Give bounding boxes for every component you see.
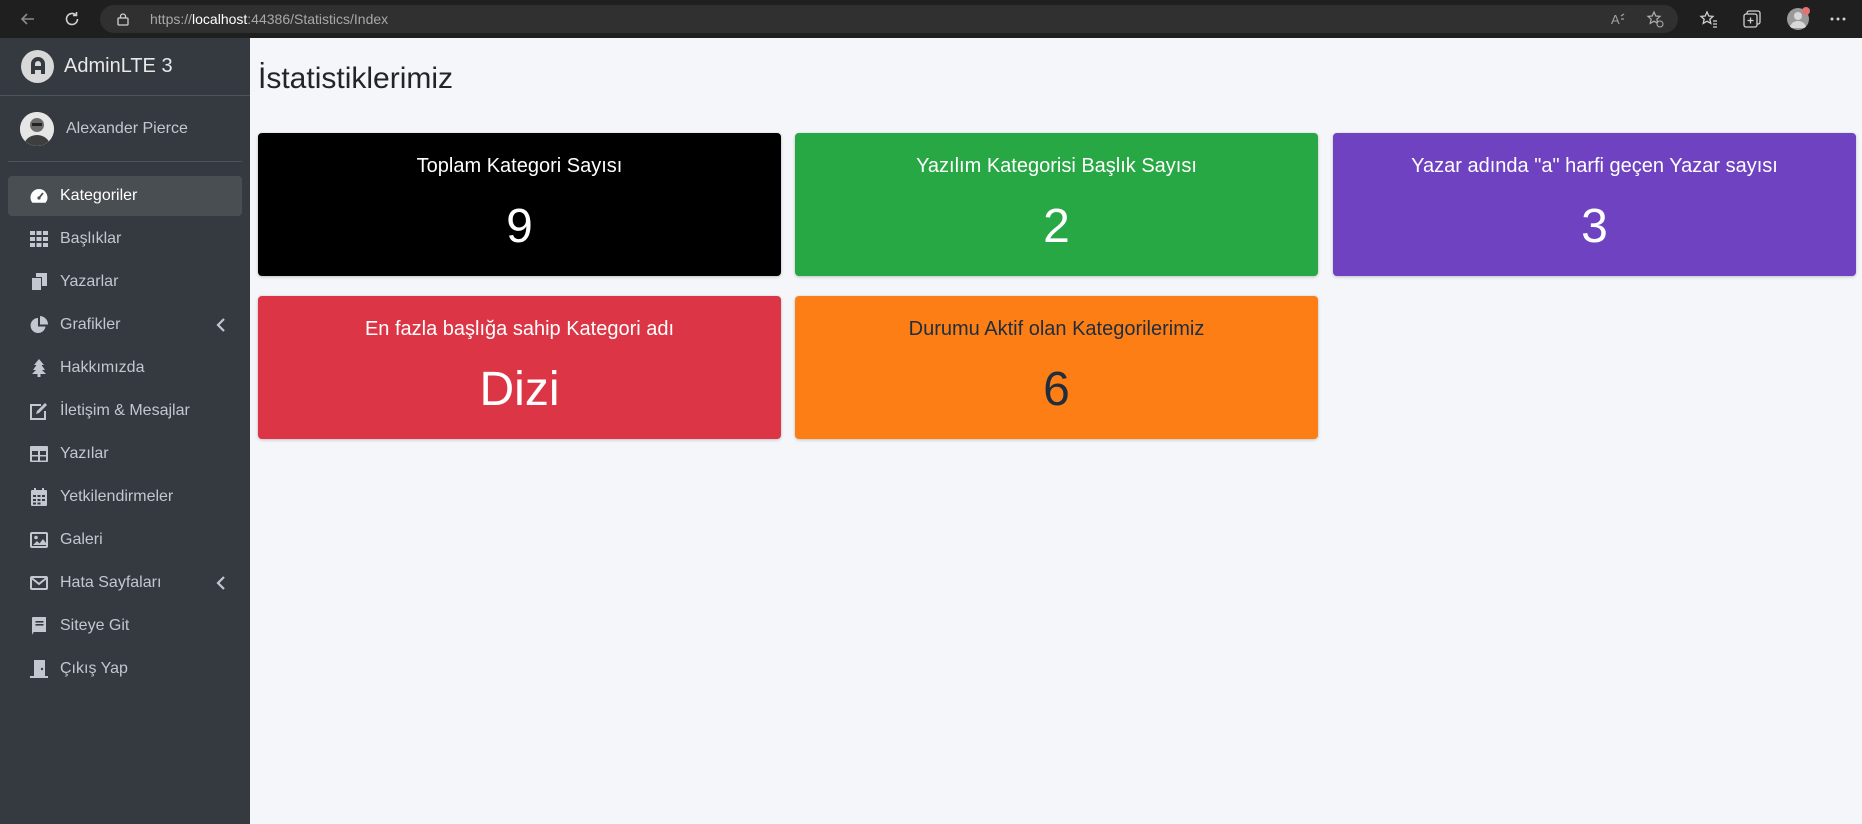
stat-card-total-categories: Toplam Kategori Sayısı 9 [258, 133, 781, 276]
stat-card-label: Yazılım Kategorisi Başlık Sayısı [916, 155, 1197, 177]
tree-icon [28, 358, 50, 378]
sidebar-item-label: Siteye Git [60, 617, 130, 634]
sidebar-item-grafikler[interactable]: Grafikler [8, 305, 242, 345]
sidebar-item-cikis-yap[interactable]: Çıkış Yap [8, 649, 242, 689]
sidebar-item-iletisim[interactable]: İletişim & Mesajlar [8, 391, 242, 431]
door-icon [28, 659, 50, 679]
browser-toolbar: https://localhost:44386/Statistics/Index… [0, 0, 1862, 38]
favorite-add-icon[interactable] [1646, 10, 1664, 28]
image-icon [28, 530, 50, 550]
stat-card-label: Yazar adında "a" harfi geçen Yazar sayıs… [1411, 155, 1778, 177]
sidebar-item-hata-sayfalari[interactable]: Hata Sayfaları [8, 563, 242, 603]
sidebar-item-kategoriler[interactable]: Kategoriler [8, 176, 242, 216]
stat-card-active-categories: Durumu Aktif olan Kategorilerimiz 6 [795, 296, 1318, 439]
sidebar-item-yazilar[interactable]: Yazılar [8, 434, 242, 474]
edit-icon [28, 401, 50, 421]
grid-icon [28, 229, 50, 249]
sidebar-item-hakkimizda[interactable]: Hakkımızda [8, 348, 242, 388]
content-wrapper: İstatistiklerimiz Toplam Kategori Sayısı… [250, 38, 1862, 824]
brand-text: AdminLTE 3 [64, 55, 173, 77]
back-button[interactable] [16, 7, 40, 31]
copy-icon [28, 272, 50, 292]
svg-text:A: A [1611, 12, 1620, 27]
stat-card-value: Dizi [479, 363, 560, 416]
chevron-left-icon [216, 576, 225, 590]
user-panel[interactable]: Alexander Pierce [8, 96, 242, 162]
stat-card-top-category: En fazla başlığa sahip Kategori adı Dizi [258, 296, 781, 439]
sidebar-menu: Kategoriler Başlıklar Yazarlar Grafikler… [0, 162, 250, 689]
favorites-icon[interactable] [1698, 9, 1718, 29]
envelope-icon [28, 573, 50, 593]
sidebar-item-galeri[interactable]: Galeri [8, 520, 242, 560]
sidebar-item-yetkilendirmeler[interactable]: Yetkilendirmeler [8, 477, 242, 517]
stat-card-value: 9 [506, 200, 533, 253]
dashboard-icon [28, 186, 50, 206]
sidebar-item-label: Yazılar [60, 445, 109, 462]
pie-chart-icon [28, 315, 50, 335]
sidebar-item-label: İletişim & Mesajlar [60, 402, 190, 419]
stat-card-software-titles: Yazılım Kategorisi Başlık Sayısı 2 [795, 133, 1318, 276]
back-arrow-icon [20, 13, 34, 25]
url-host: localhost [192, 11, 248, 27]
sidebar-item-label: Galeri [60, 531, 103, 548]
notification-dot [1802, 7, 1810, 15]
url-rest: :44386/Statistics/Index [247, 11, 389, 27]
sidebar-item-label: Hakkımızda [60, 359, 145, 376]
sidebar-item-label: Grafikler [60, 316, 121, 333]
read-aloud-icon[interactable]: A [1610, 10, 1628, 28]
page-title: İstatistiklerimiz [258, 62, 454, 95]
sidebar-item-basliklar[interactable]: Başlıklar [8, 219, 242, 259]
sidebar-item-label: Hata Sayfaları [60, 574, 162, 591]
more-options-icon[interactable] [1828, 9, 1848, 29]
chevron-left-icon [216, 318, 225, 332]
stat-card-authors-with-a: Yazar adında "a" harfi geçen Yazar sayıs… [1333, 133, 1856, 276]
stat-card-value: 3 [1581, 200, 1608, 253]
sidebar-item-label: Yazarlar [60, 273, 119, 290]
stat-card-label: En fazla başlığa sahip Kategori adı [364, 318, 675, 340]
stat-card-value: 2 [1043, 200, 1070, 253]
stat-card-label: Toplam Kategori Sayısı [416, 155, 623, 177]
address-url: https://localhost:44386/Statistics/Index [150, 11, 388, 27]
sidebar-item-label: Çıkış Yap [60, 660, 128, 677]
brand-logo-icon [21, 50, 54, 83]
refresh-icon [65, 12, 79, 26]
sidebar-item-label: Başlıklar [60, 230, 122, 247]
user-name: Alexander Pierce [66, 119, 188, 137]
avatar [20, 111, 54, 146]
address-bar[interactable]: https://localhost:44386/Statistics/Index… [100, 5, 1678, 33]
calendar-icon [28, 487, 50, 507]
brand-link[interactable]: AdminLTE 3 [0, 38, 250, 96]
book-icon [28, 616, 50, 636]
table-icon [28, 444, 50, 464]
sidebar-item-siteye-git[interactable]: Siteye Git [8, 606, 242, 646]
stat-card-value: 6 [1043, 363, 1070, 416]
refresh-button[interactable] [60, 7, 84, 31]
main-sidebar: AdminLTE 3 Alexander Pierce Kategoriler … [0, 38, 250, 824]
sidebar-item-yazarlar[interactable]: Yazarlar [8, 262, 242, 302]
url-prefix: https:// [150, 11, 193, 27]
sidebar-item-label: Kategoriler [60, 187, 138, 204]
lock-icon [117, 13, 129, 26]
sidebar-item-label: Yetkilendirmeler [60, 488, 174, 505]
stat-card-label: Durumu Aktif olan Kategorilerimiz [908, 318, 1205, 340]
collections-icon[interactable] [1742, 9, 1762, 29]
